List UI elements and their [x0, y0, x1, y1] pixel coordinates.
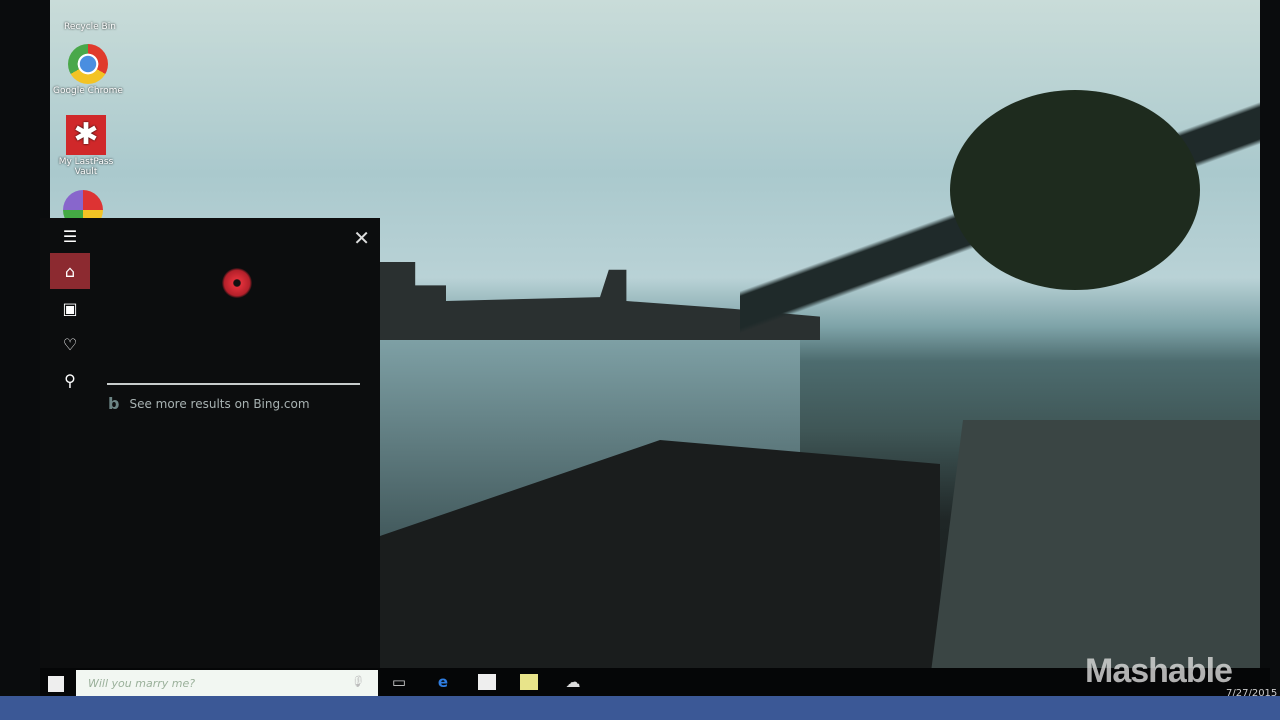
close-icon[interactable]: ✕ [353, 226, 370, 250]
monitor-bezel [0, 696, 1280, 720]
recycle-bin-icon [70, 0, 110, 20]
desktop-icon-recycle-bin[interactable]: Recycle Bin [55, 0, 125, 32]
microphone-icon[interactable]: 🎙 [350, 675, 364, 688]
divider [107, 383, 360, 385]
feedback-icon[interactable]: ⚲ [50, 362, 90, 398]
lastpass-icon: ✱ [66, 115, 106, 155]
menu-icon[interactable]: ☰ [50, 218, 90, 254]
search-input[interactable]: Will you marry me? 🎙 [76, 670, 378, 696]
task-view-icon[interactable]: ▭ [390, 674, 408, 690]
file-explorer-icon[interactable] [520, 674, 538, 690]
mashable-watermark: Mashable [1085, 652, 1233, 690]
chrome-icon [68, 44, 108, 84]
cortana-nav-rail: ☰ ⌂ ▣ ♡ ⚲ [40, 218, 100, 668]
store-icon[interactable] [478, 674, 496, 690]
reminders-icon[interactable]: ♡ [50, 326, 90, 362]
bing-link[interactable]: b See more results on Bing.com [108, 394, 310, 413]
desktop-icon-lastpass[interactable]: ✱ My LastPass Vault [51, 115, 121, 177]
home-icon[interactable]: ⌂ [50, 253, 90, 289]
cortana-panel: ☰ ⌂ ▣ ♡ ⚲ ✕ b See more results on Bing.c… [40, 218, 380, 668]
wallpaper-promenade [930, 420, 1260, 680]
bing-icon: b [108, 394, 120, 413]
start-button[interactable] [48, 676, 64, 692]
notebook-icon[interactable]: ▣ [50, 290, 90, 326]
desktop-icon-chrome[interactable]: Google Chrome [53, 44, 123, 96]
app-icon[interactable]: ☁ [564, 674, 582, 690]
edge-icon[interactable]: e [434, 674, 452, 690]
wallpaper-tree [950, 90, 1200, 290]
cortana-listening-icon [222, 268, 252, 298]
